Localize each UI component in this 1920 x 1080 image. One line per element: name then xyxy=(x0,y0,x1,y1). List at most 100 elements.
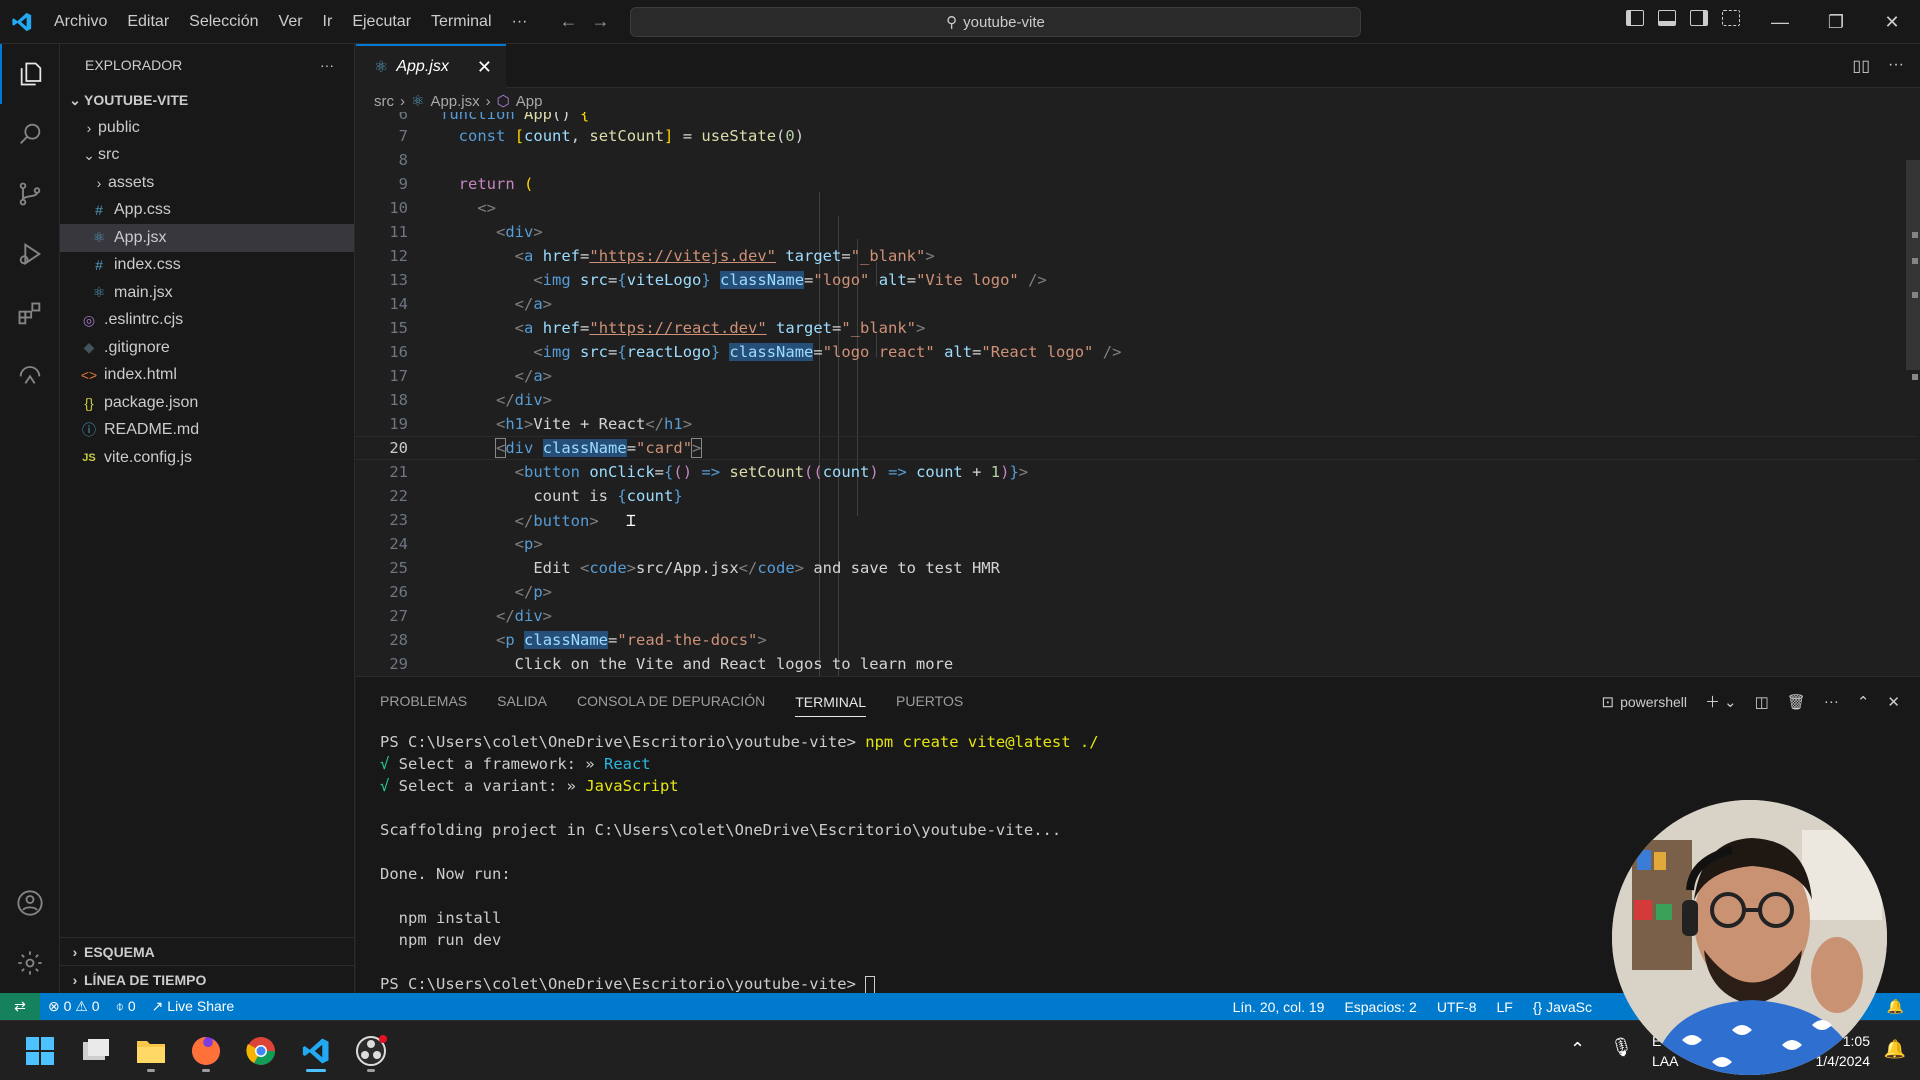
tab-app-jsx[interactable]: ⚛ App.jsx ✕ xyxy=(356,44,506,88)
tree-item-app-jsx[interactable]: ⚛ App.jsx xyxy=(60,224,354,252)
tab-output[interactable]: SALIDA xyxy=(497,693,547,709)
tree-item-app-css[interactable]: # App.css xyxy=(60,197,354,225)
tree-item-label: main.jsx xyxy=(114,283,173,301)
menu-seleccion[interactable]: Selección xyxy=(179,13,268,31)
warning-count: 0 xyxy=(91,998,100,1014)
running-indicator xyxy=(147,1069,155,1072)
vscode-logo-icon xyxy=(0,0,44,44)
explorer-icon[interactable] xyxy=(0,44,60,104)
cursor-position[interactable]: Lín. 20, col. 19 xyxy=(1225,999,1333,1015)
tab-problems[interactable]: PROBLEMAS xyxy=(380,693,467,709)
indentation[interactable]: Espacios: 2 xyxy=(1336,999,1424,1015)
maximize-panel-icon[interactable]: ⌃ xyxy=(1857,693,1870,711)
tree-item-public[interactable]: › public xyxy=(60,114,354,142)
remote-indicator-icon[interactable]: ⇄ xyxy=(0,993,40,1020)
chrome-icon[interactable] xyxy=(239,1029,283,1073)
tree-item-index-css[interactable]: # index.css xyxy=(60,252,354,280)
tree-item-vite-config[interactable]: JS vite.config.js xyxy=(60,444,354,472)
close-tab-icon[interactable]: ✕ xyxy=(477,57,492,78)
trash-icon[interactable]: 🗑 xyxy=(1787,693,1806,711)
back-arrow-icon[interactable]: ← xyxy=(559,11,577,32)
liveshare-status[interactable]: ↗ Live Share xyxy=(144,998,243,1015)
menu-ir[interactable]: Ir xyxy=(313,13,343,31)
tree-item-eslintrc[interactable]: ◎ .eslintrc.cjs xyxy=(60,307,354,335)
menu-terminal[interactable]: Terminal xyxy=(421,13,501,31)
file-explorer-icon[interactable] xyxy=(129,1029,173,1073)
customize-layout-icon[interactable] xyxy=(1722,10,1740,26)
breadcrumb-symbol[interactable]: App xyxy=(516,93,543,110)
tree-item-label: package.json xyxy=(104,393,199,411)
toggle-secondary-sidebar-icon[interactable] xyxy=(1690,10,1708,26)
close-panel-icon[interactable]: ✕ xyxy=(1887,693,1900,711)
outline-section[interactable]: › ESQUEMA xyxy=(60,938,354,966)
minimize-icon[interactable]: — xyxy=(1752,0,1808,44)
editor-scrollbar[interactable] xyxy=(1906,112,1920,676)
new-terminal-plus-icon[interactable]: ＋ xyxy=(1705,691,1720,712)
breadcrumb-file[interactable]: App.jsx xyxy=(430,93,479,110)
notifications-bell-icon[interactable]: 🔔 xyxy=(1884,1039,1906,1060)
tree-item-package-json[interactable]: {} package.json xyxy=(60,389,354,417)
source-control-icon[interactable] xyxy=(0,164,60,224)
accounts-icon[interactable] xyxy=(0,873,60,933)
search-icon[interactable] xyxy=(0,104,60,164)
close-window-icon[interactable]: ✕ xyxy=(1864,0,1920,44)
tree-item-label: App.jsx xyxy=(114,228,167,246)
obs-icon[interactable] xyxy=(349,1029,393,1073)
tree-item-label: assets xyxy=(108,173,155,191)
end-of-line[interactable]: LF xyxy=(1488,999,1520,1015)
tree-item-gitignore[interactable]: ◆ .gitignore xyxy=(60,334,354,362)
project-root[interactable]: ⌄ YOUTUBE-VITE xyxy=(60,86,354,114)
chevron-down-icon[interactable]: ⌄ xyxy=(1724,693,1737,711)
tab-debug-console[interactable]: CONSOLA DE DEPURACIÓN xyxy=(577,693,765,709)
menu-ejecutar[interactable]: Ejecutar xyxy=(342,13,421,31)
encoding[interactable]: UTF-8 xyxy=(1429,999,1485,1015)
chevron-up-icon[interactable]: ⌃ xyxy=(1570,1039,1585,1060)
task-view-icon[interactable] xyxy=(74,1029,118,1073)
tree-item-src[interactable]: ⌄ src xyxy=(60,142,354,170)
timeline-section[interactable]: › LÍNEA DE TIEMPO xyxy=(60,966,354,994)
menu-editar[interactable]: Editar xyxy=(117,13,179,31)
command-center-search[interactable]: ⚲ youtube-vite xyxy=(630,7,1361,37)
forward-arrow-icon[interactable]: → xyxy=(591,11,609,32)
more-actions-icon[interactable]: ··· xyxy=(1888,56,1904,76)
split-editor-icon[interactable]: ▯▯ xyxy=(1852,56,1870,76)
windows-start-icon[interactable] xyxy=(18,1029,62,1073)
tab-ports[interactable]: PUERTOS xyxy=(896,693,963,709)
microphone-icon[interactable]: 🎙 xyxy=(1610,1037,1633,1058)
tree-item-assets[interactable]: › assets xyxy=(60,169,354,197)
run-debug-icon[interactable] xyxy=(0,224,60,284)
terminal-output[interactable]: PS C:\Users\colet\OneDrive\Escritorio\yo… xyxy=(380,733,1099,997)
menu-ver[interactable]: Ver xyxy=(269,13,313,31)
more-actions-icon[interactable]: ··· xyxy=(1824,693,1839,710)
settings-gear-icon[interactable] xyxy=(0,933,60,993)
tree-item-readme[interactable]: ⓘ README.md xyxy=(60,417,354,445)
code-editor[interactable]: 6 function App() { 7 const [count, setCou… xyxy=(356,112,1920,676)
terminal-prompt: PS C:\Users\colet\OneDrive\Escritorio\yo… xyxy=(380,733,866,751)
tree-item-main-jsx[interactable]: ⚛ main.jsx xyxy=(60,279,354,307)
toggle-panel-icon[interactable] xyxy=(1658,10,1676,26)
restore-icon[interactable]: ❐ xyxy=(1808,0,1864,44)
vscode-taskbar-icon[interactable] xyxy=(294,1029,338,1073)
terminal-text: Select a variant: » xyxy=(389,777,586,795)
language-label: JavaSc xyxy=(1546,998,1592,1015)
remote-explorer-icon[interactable] xyxy=(0,344,60,404)
menu-archivo[interactable]: Archivo xyxy=(44,13,117,31)
firefox-icon[interactable] xyxy=(184,1029,228,1073)
terminal-shell-label[interactable]: powershell xyxy=(1620,694,1687,710)
tree-item-index-html[interactable]: <> index.html xyxy=(60,362,354,390)
menu-more[interactable]: ··· xyxy=(502,13,538,31)
running-indicator xyxy=(202,1069,210,1072)
more-actions-icon[interactable]: ··· xyxy=(320,57,334,73)
chevron-right-icon: › xyxy=(72,944,78,960)
breadcrumb-src[interactable]: src xyxy=(374,93,394,110)
tab-terminal[interactable]: TERMINAL xyxy=(795,694,867,717)
ports-status[interactable]: ⌽ 0 xyxy=(108,998,144,1015)
check-icon: √ xyxy=(380,755,390,773)
notifications-bell-icon[interactable]: 🔔 xyxy=(1887,998,1904,1015)
language-mode[interactable]: {} JavaSc xyxy=(1525,999,1600,1015)
extensions-icon[interactable] xyxy=(0,284,60,344)
line-number: 23 xyxy=(389,511,408,529)
toggle-primary-sidebar-icon[interactable] xyxy=(1626,10,1644,26)
problems-status[interactable]: ⊗ 0 ⚠ 0 xyxy=(40,998,108,1015)
split-terminal-icon[interactable]: ◫ xyxy=(1755,693,1769,711)
